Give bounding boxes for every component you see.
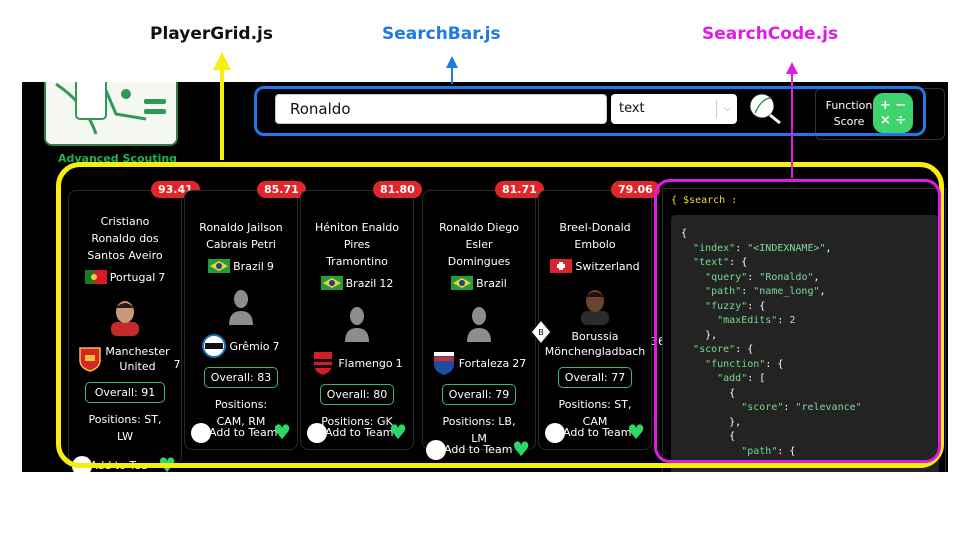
annotation-arrows xyxy=(213,52,798,178)
